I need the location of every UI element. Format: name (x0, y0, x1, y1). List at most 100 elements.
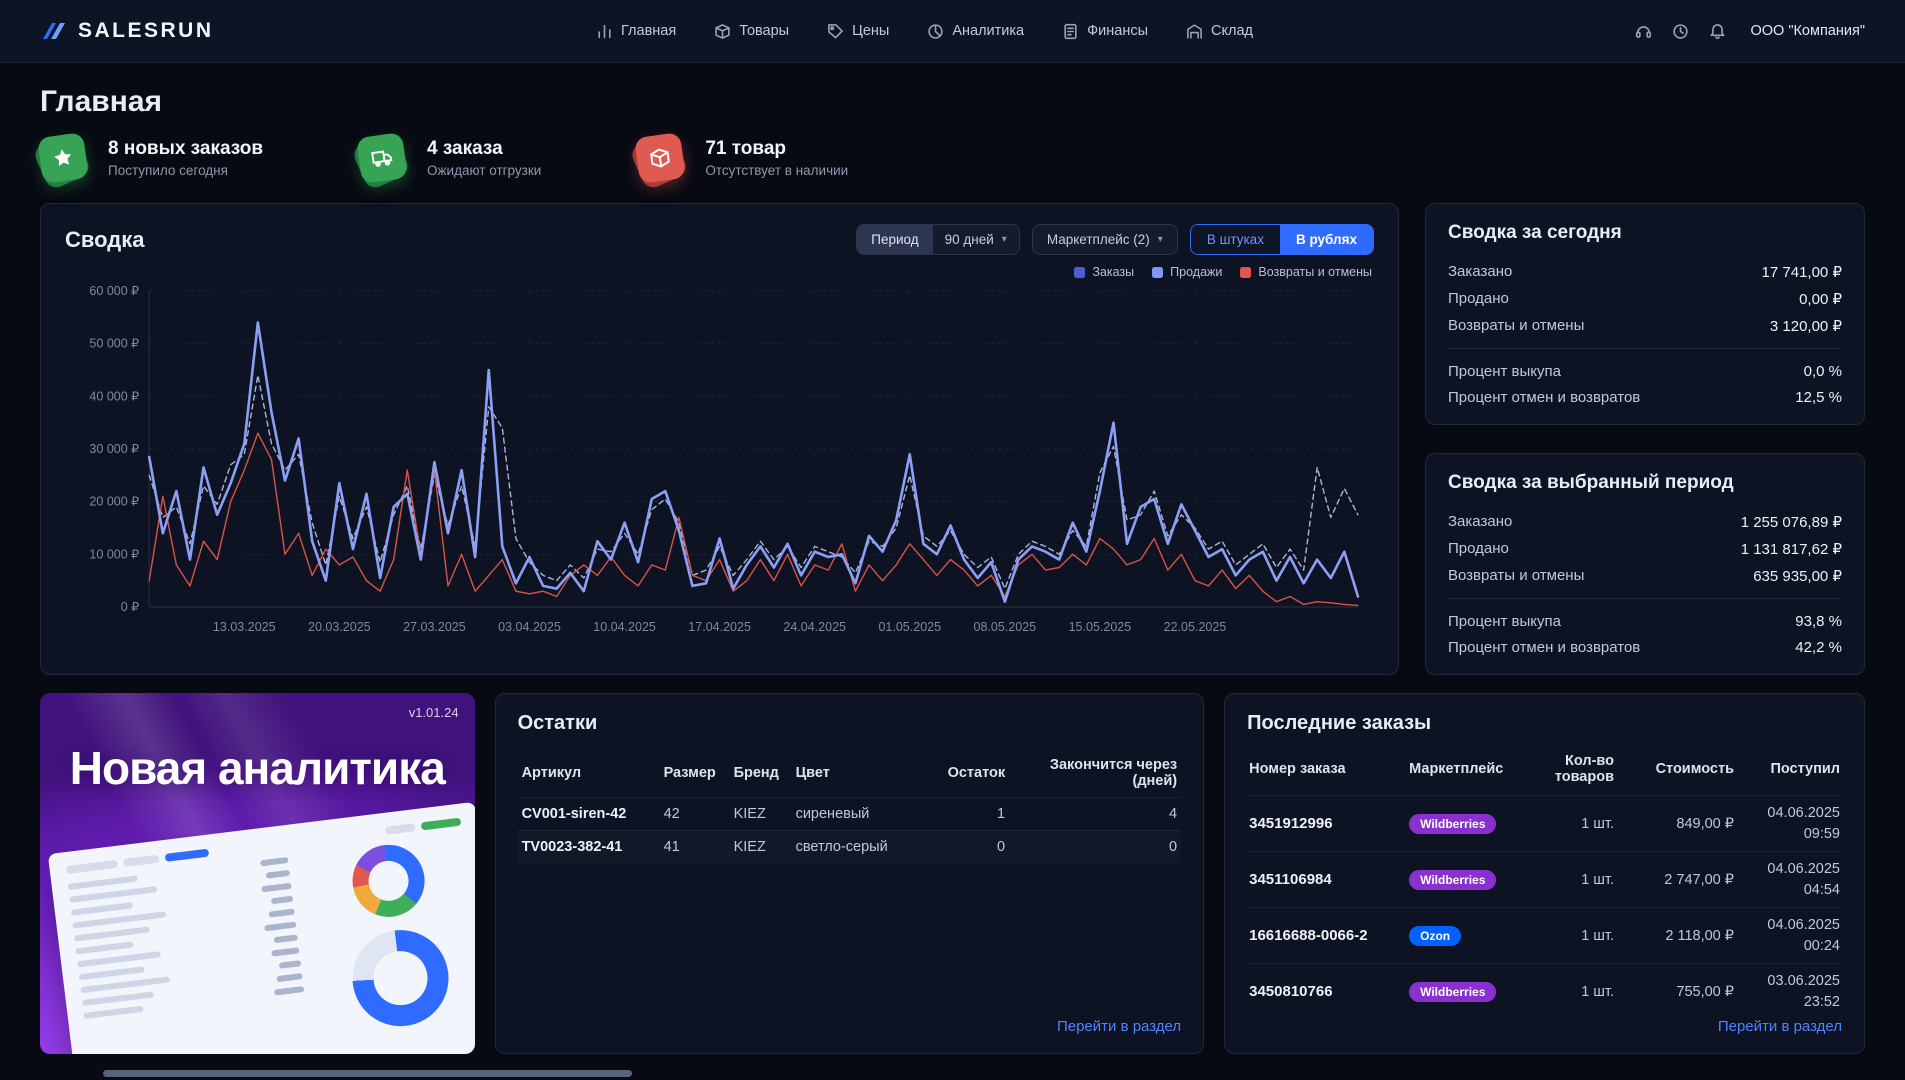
svg-text:30 000 ₽: 30 000 ₽ (89, 442, 139, 456)
summary-label: Процент отмен и возвратов (1448, 388, 1641, 406)
horizontal-scrollbar[interactable] (103, 1070, 632, 1077)
line-chart[interactable]: 0 ₽ 10 000 ₽ 20 000 ₽ 30 000 ₽ 40 000 ₽ 50 00… (65, 283, 1374, 654)
svg-text:20 000 ₽: 20 000 ₽ (89, 495, 139, 509)
stat-awaiting-shipment[interactable]: 4 заказа Ожидают отгрузки (350, 130, 542, 192)
stock-section-link[interactable]: Перейти в раздел (1057, 1018, 1181, 1035)
marketplace-badge: Wildberries (1409, 813, 1497, 834)
order-row[interactable]: 3451912996 Wildberries 1 шт. 849,00 ₽ 04… (1247, 795, 1842, 851)
brand-name: SALESRUN (78, 19, 214, 42)
nav-label: Аналитика (952, 23, 1025, 39)
card-title: Сводка за сегодня (1448, 222, 1622, 243)
legend-swatch (1152, 266, 1164, 278)
summary-value: 12,5 % (1795, 388, 1842, 406)
summary-label: Возвраты и отмены (1448, 316, 1585, 334)
top-navigation-bar: SALESRUN Главная Товары Цены Аналитика Ф… (0, 0, 1905, 63)
promo-version: v1.01.24 (408, 705, 459, 720)
summary-label: Процент выкупа (1448, 612, 1561, 630)
notifications-icon[interactable] (1709, 23, 1726, 40)
nav-item-warehouse[interactable]: Склад (1186, 23, 1253, 40)
divider (1448, 598, 1842, 599)
nav-label: Склад (1211, 23, 1253, 39)
units-toggle: В штуках В рублях (1189, 224, 1374, 255)
package-icon (628, 130, 690, 192)
order-row[interactable]: 3451106984 Wildberries 1 шт. 2 747,00 ₽ … (1247, 851, 1842, 907)
page-content: Главная 8 новых заказов Поступило сегодн… (0, 63, 1905, 1054)
page-title: Главная (40, 85, 163, 118)
nav-label: Финансы (1087, 23, 1148, 39)
stat-value: 4 заказа (427, 138, 503, 159)
svg-text:50 000 ₽: 50 000 ₽ (89, 337, 139, 351)
summary-value: 17 741,00 ₽ (1761, 263, 1842, 281)
promo-banner[interactable]: v1.01.24 Новая аналитика (40, 693, 475, 1054)
chart-legend: Заказы Продажи Возвраты и отмены (67, 265, 1372, 279)
header-right: ООО "Компания" (1635, 23, 1865, 40)
orders-section-link[interactable]: Перейти в раздел (1718, 1018, 1842, 1035)
legend-sales[interactable]: Продажи (1152, 265, 1222, 279)
order-row[interactable]: 3450810766 Wildberries 1 шт. 755,00 ₽ 03… (1247, 963, 1842, 1018)
svg-text:24.04.2025: 24.04.2025 (783, 620, 846, 634)
svg-text:10 000 ₽: 10 000 ₽ (89, 547, 139, 561)
summary-value: 42,2 % (1795, 638, 1842, 656)
svg-text:60 000 ₽: 60 000 ₽ (89, 284, 139, 298)
brand-logo[interactable]: SALESRUN (40, 19, 214, 43)
stats-row: 8 новых заказов Поступило сегодня 4 зака… (31, 130, 1865, 192)
stock-table-header: Артикул Размер Бренд Цвет Остаток Законч… (521, 757, 1178, 789)
nav-item-home[interactable]: Главная (596, 23, 676, 40)
nav-item-finance[interactable]: Финансы (1062, 23, 1148, 40)
stat-caption: Ожидают отгрузки (427, 163, 542, 178)
svg-text:13.03.2025: 13.03.2025 (213, 620, 276, 634)
summary-label: Продано (1448, 289, 1509, 307)
units-rubles-button[interactable]: В рублях (1279, 225, 1373, 254)
chart-controls: Период 90 дней ▾ Маркетплейс (2) ▾ В шту… (856, 224, 1374, 255)
card-title: Последние заказы (1247, 712, 1432, 734)
table-row[interactable]: CV001-siren-42 42 KIEZ сиреневый 1 4 (517, 797, 1182, 830)
marketplace-badge: Ozon (1409, 925, 1462, 946)
period-label: Период (857, 225, 933, 254)
price-tag-icon (828, 23, 843, 38)
bar-chart-icon (598, 24, 611, 38)
period-select[interactable]: Период 90 дней ▾ (856, 224, 1020, 255)
summary-value: 1 131 817,62 ₽ (1740, 540, 1842, 558)
orders-table: Номер заказа Маркетплейс Кол-во товаров … (1247, 749, 1842, 1018)
star-icon (31, 130, 93, 192)
order-row[interactable]: 16616688-0066-2 Ozon 1 шт. 2 118,00 ₽ 04… (1247, 907, 1842, 963)
summary-label: Процент выкупа (1448, 362, 1561, 380)
marketplace-select[interactable]: Маркетплейс (2) ▾ (1031, 224, 1178, 255)
summary-value: 1 255 076,89 ₽ (1740, 513, 1842, 531)
nav-item-analytics[interactable]: Аналитика (927, 23, 1024, 40)
divider (1448, 348, 1842, 349)
chart-title: Сводка (65, 226, 145, 252)
history-icon[interactable] (1672, 23, 1689, 40)
promo-mini-donut (348, 840, 429, 921)
svg-text:17.04.2025: 17.04.2025 (688, 620, 751, 634)
svg-text:01.05.2025: 01.05.2025 (878, 620, 941, 634)
nav-item-prices[interactable]: Цены (827, 23, 889, 40)
legend-orders[interactable]: Заказы (1074, 265, 1134, 279)
company-selector[interactable]: ООО "Компания" (1750, 23, 1865, 39)
svg-text:10.04.2025: 10.04.2025 (593, 620, 656, 634)
support-icon[interactable] (1635, 23, 1652, 40)
svg-text:0 ₽: 0 ₽ (121, 600, 139, 614)
nav-label: Главная (621, 23, 677, 39)
box-icon (715, 23, 730, 39)
svg-text:27.03.2025: 27.03.2025 (403, 620, 466, 634)
nav-label: Цены (852, 23, 890, 39)
units-pieces-button[interactable]: В штуках (1190, 225, 1280, 254)
pie-chart-icon (928, 23, 944, 39)
summary-label: Продано (1448, 539, 1509, 557)
stat-out-of-stock[interactable]: 71 товар Отсутствует в наличии (628, 130, 848, 192)
period-summary-card: Сводка за выбранный период Заказано 1 255… (1425, 453, 1865, 675)
last-orders-card: Последние заказы Номер заказа Маркетплей… (1224, 693, 1865, 1054)
nav-item-products[interactable]: Товары (714, 23, 789, 40)
summary-label: Возвраты и отмены (1448, 566, 1585, 584)
stat-value: 71 товар (705, 138, 786, 159)
table-row[interactable]: TV0023-382-41 41 KIEZ светло-серый 0 0 (517, 830, 1182, 863)
summary-value: 0,0 % (1803, 362, 1842, 380)
svg-text:40 000 ₽: 40 000 ₽ (89, 389, 139, 403)
summary-label: Заказано (1448, 262, 1513, 280)
legend-returns[interactable]: Возвраты и отмены (1240, 265, 1372, 279)
stat-new-orders[interactable]: 8 новых заказов Поступило сегодня (31, 130, 263, 192)
chevron-down-icon: ▾ (1001, 234, 1007, 245)
document-icon (1064, 23, 1077, 39)
stock-card: Остатки Артикул Размер Бренд Цвет Остато… (494, 693, 1205, 1054)
